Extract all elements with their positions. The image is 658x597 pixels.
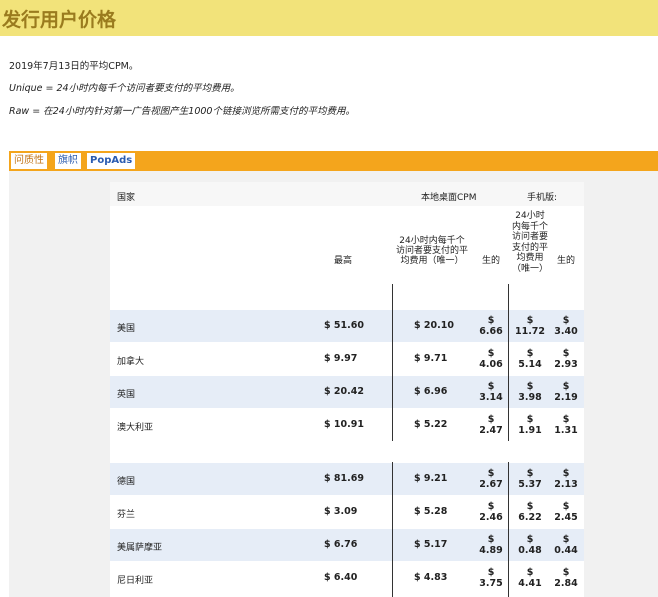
- subheader-highest: 最高: [334, 256, 353, 266]
- highest-cell: $ 6.40: [324, 572, 358, 583]
- mobile-raw-cell: $0.44: [554, 534, 578, 556]
- mobile-raw-cell: $2.45: [554, 501, 578, 523]
- raw-cell: $6.66: [479, 315, 503, 337]
- unique-cell: $ 5.28: [414, 506, 448, 517]
- tab-quality[interactable]: 问质性: [11, 153, 47, 169]
- header-country: 国家: [117, 193, 136, 203]
- raw-cell: $3.14: [479, 381, 503, 403]
- unique-cell: $ 6.96: [414, 386, 448, 397]
- tab-bar: 问质性 旗帜 PopAds: [9, 151, 658, 171]
- subheader-raw-mobile: 生的: [557, 256, 576, 266]
- header-mobile: 手机版:: [527, 193, 558, 203]
- highest-cell: $ 6.76: [324, 539, 358, 550]
- highest-cell: $ 81.69: [324, 473, 364, 484]
- subheader-unique-desktop: 24小时内每千个访问者要支付的平均费用（唯一）: [396, 236, 469, 266]
- highest-cell: $ 9.97: [324, 353, 358, 364]
- raw-cell: $4.06: [479, 348, 503, 370]
- tab-banner[interactable]: 旗帜: [55, 153, 81, 169]
- mobile-unique-cell: $5.14: [518, 348, 542, 370]
- info-unique: Unique = 24小时内每千个访问者要支付的平均费用。: [9, 83, 240, 94]
- subheader-raw-desktop: 生的: [482, 256, 501, 266]
- title-bar: 发行用户价格: [0, 0, 658, 36]
- mobile-unique-cell: $0.48: [518, 534, 542, 556]
- unique-cell: $ 4.83: [414, 572, 448, 583]
- header-desktop-cpm: 本地桌面CPM: [421, 193, 477, 203]
- info-raw: Raw = 在24小时内针对第一广告视图产生1000个链接浏览所需支付的平均费用…: [9, 106, 355, 117]
- info-date: 2019年7月13日的平均CPM。: [9, 61, 139, 72]
- column-divider: [392, 284, 393, 441]
- subheader-unique-mobile: 24小时内每千个访问者要支付的平均费用（唯一）: [512, 211, 549, 274]
- raw-cell: $2.67: [479, 468, 503, 490]
- mobile-raw-cell: $1.31: [554, 414, 578, 436]
- column-divider: [392, 462, 393, 597]
- highest-cell: $ 10.91: [324, 419, 364, 430]
- mobile-raw-cell: $3.40: [554, 315, 578, 337]
- highest-cell: $ 51.60: [324, 320, 364, 331]
- unique-cell: $ 9.71: [414, 353, 448, 364]
- mobile-unique-cell: $5.37: [518, 468, 542, 490]
- country-cell: 尼日利亚: [117, 576, 154, 586]
- unique-cell: $ 20.10: [414, 320, 454, 331]
- mobile-unique-cell: $3.98: [518, 381, 542, 403]
- mobile-raw-cell: $2.93: [554, 348, 578, 370]
- country-cell: 加拿大: [117, 357, 145, 367]
- mobile-unique-cell: $11.72: [514, 315, 546, 337]
- highest-cell: $ 3.09: [324, 506, 358, 517]
- highest-cell: $ 20.42: [324, 386, 364, 397]
- raw-cell: $3.75: [479, 567, 503, 589]
- country-cell: 德国: [117, 477, 136, 487]
- country-cell: 澳大利亚: [117, 423, 154, 433]
- country-cell: 英国: [117, 390, 136, 400]
- mobile-unique-cell: $6.22: [518, 501, 542, 523]
- table-header-row: [110, 182, 584, 206]
- tab-popads[interactable]: PopAds: [87, 153, 136, 169]
- country-cell: 美属萨摩亚: [117, 543, 163, 553]
- unique-cell: $ 9.21: [414, 473, 448, 484]
- mobile-raw-cell: $2.84: [554, 567, 578, 589]
- mobile-unique-cell: $1.91: [518, 414, 542, 436]
- raw-cell: $2.46: [479, 501, 503, 523]
- column-divider: [508, 284, 509, 441]
- raw-cell: $4.89: [479, 534, 503, 556]
- country-cell: 美国: [117, 324, 136, 334]
- raw-cell: $2.47: [479, 414, 503, 436]
- unique-cell: $ 5.17: [414, 539, 448, 550]
- column-divider: [508, 462, 509, 597]
- mobile-raw-cell: $2.13: [554, 468, 578, 490]
- mobile-raw-cell: $2.19: [554, 381, 578, 403]
- unique-cell: $ 5.22: [414, 419, 448, 430]
- country-cell: 芬兰: [117, 510, 136, 520]
- page-title: 发行用户价格: [2, 9, 117, 31]
- mobile-unique-cell: $4.41: [518, 567, 542, 589]
